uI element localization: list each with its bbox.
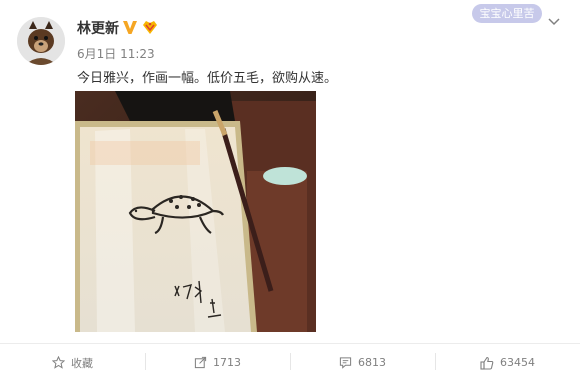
vip-icon[interactable] [141, 19, 159, 35]
post-image[interactable] [75, 91, 316, 332]
favorite-button[interactable]: 收藏 [0, 344, 145, 381]
avatar[interactable] [17, 17, 65, 65]
comment-count: 6813 [358, 356, 386, 369]
post-timestamp[interactable]: 6月1日 11:23 [77, 45, 155, 62]
like-button[interactable]: 63454 [435, 344, 580, 381]
verified-icon [123, 21, 137, 34]
favorite-label: 收藏 [71, 356, 93, 370]
share-count: 1713 [213, 356, 241, 369]
turtle-painting-photo [75, 91, 316, 332]
share-button[interactable]: 1713 [145, 344, 290, 381]
comment-button[interactable]: 6813 [290, 344, 435, 381]
like-icon [480, 356, 494, 370]
like-count: 63454 [500, 356, 535, 369]
chevron-down-icon[interactable] [548, 18, 560, 26]
card-badge: 宝宝心里苦 [472, 4, 542, 23]
comment-icon [339, 357, 352, 369]
username[interactable]: 林更新 [77, 18, 119, 38]
star-icon [52, 356, 65, 369]
share-icon [194, 356, 207, 369]
post-text: 今日雅兴，作画一幅。低价五毛，欲购从速。 [77, 71, 338, 86]
avatar-image [17, 17, 65, 65]
